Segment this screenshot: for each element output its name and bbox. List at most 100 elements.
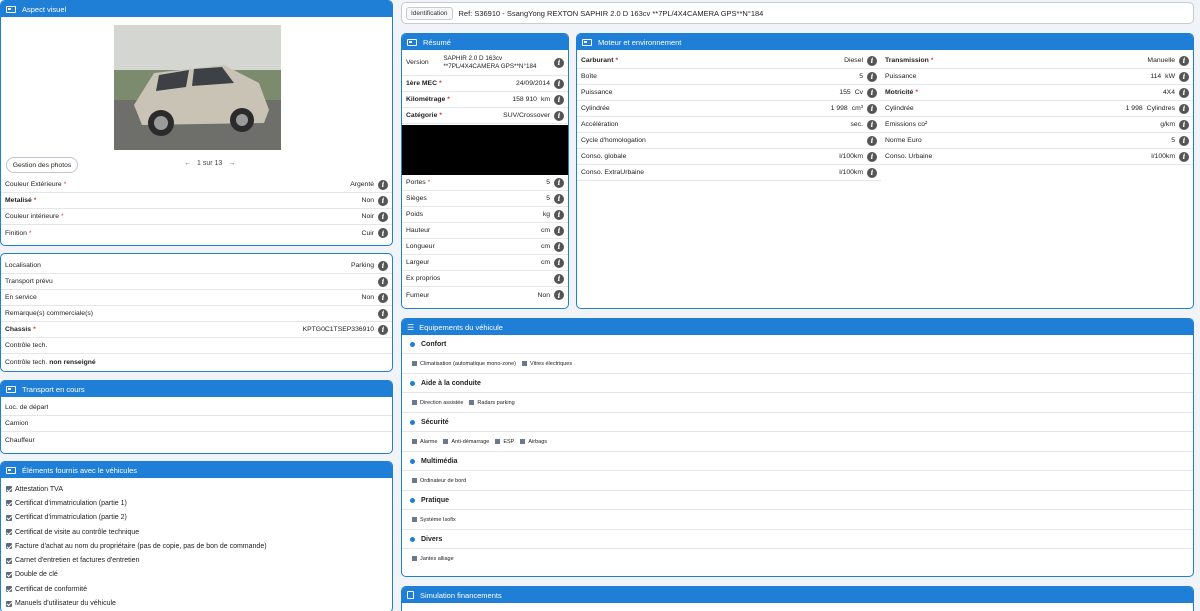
equipements-header: ☰ Equipements du véhicule bbox=[402, 319, 1193, 335]
vehicle-photo[interactable] bbox=[114, 25, 281, 150]
square-icon bbox=[522, 360, 527, 366]
element-item[interactable]: Manuels d'utilisateur du véhicule bbox=[6, 596, 387, 610]
financement-header[interactable]: Simulation financements bbox=[402, 587, 1193, 603]
checkbox-checked-icon[interactable] bbox=[6, 571, 12, 578]
row-conso-extra: Conso. ExtraUrbaine l/100km i bbox=[577, 165, 881, 181]
element-item[interactable]: Attestation TVA bbox=[6, 482, 387, 496]
info-icon[interactable]: i bbox=[1179, 135, 1189, 146]
equip-item: Airbags bbox=[520, 439, 547, 445]
row-portes: Portes * 5 i bbox=[402, 175, 568, 191]
equipements-title: Equipements du véhicule bbox=[419, 322, 503, 332]
checkbox-checked-icon[interactable] bbox=[6, 557, 12, 564]
identification-bar: Identification Ref: S36910 - SsangYong R… bbox=[401, 2, 1194, 24]
info-icon[interactable]: i bbox=[554, 225, 564, 236]
visual-header: Aspect visuel bbox=[1, 1, 392, 17]
engine-icon bbox=[582, 38, 592, 46]
info-icon[interactable]: i bbox=[554, 94, 564, 105]
info-icon[interactable]: i bbox=[554, 193, 564, 204]
pager-text: 1 sur 13 bbox=[197, 160, 223, 167]
info-icon[interactable]: i bbox=[1179, 103, 1189, 114]
equipements-card: ☰ Equipements du véhicule Confort Climat… bbox=[401, 318, 1194, 577]
info-icon[interactable]: i bbox=[867, 71, 877, 82]
checkbox-checked-icon[interactable] bbox=[6, 600, 12, 607]
bullet-icon bbox=[410, 419, 415, 425]
group-title: Sécurité bbox=[402, 413, 1193, 432]
location-card: Localisation Parking i Transport prévu i En… bbox=[0, 253, 393, 372]
resume-title: Résumé bbox=[423, 37, 451, 47]
equip-item: Direction assistée bbox=[412, 400, 463, 406]
info-icon[interactable]: i bbox=[554, 110, 564, 121]
next-photo-icon[interactable]: → bbox=[228, 160, 235, 167]
info-icon[interactable]: i bbox=[1179, 71, 1189, 82]
bullet-icon bbox=[410, 458, 415, 464]
equip-group-securite: Sécurité Alarme Anti-démarrage ESP Airba… bbox=[402, 413, 1193, 452]
checkbox-checked-icon[interactable] bbox=[6, 486, 12, 493]
element-item[interactable]: Certificat de conformité bbox=[6, 582, 387, 596]
info-icon[interactable]: i bbox=[867, 135, 877, 146]
info-icon[interactable]: i bbox=[378, 324, 388, 335]
info-icon[interactable]: i bbox=[378, 308, 388, 319]
checkbox-checked-icon[interactable] bbox=[6, 586, 12, 593]
checkbox-checked-icon[interactable] bbox=[6, 543, 12, 550]
row-fumeur: Fumeur Non i bbox=[402, 287, 568, 303]
element-item[interactable]: Carnet d'entretien et factures d'entreti… bbox=[6, 553, 387, 567]
info-icon[interactable]: i bbox=[867, 151, 877, 162]
info-icon[interactable]: i bbox=[1179, 55, 1189, 66]
group-items: Système Isofix bbox=[402, 510, 1193, 530]
row-norme-euro: Norme Euro 5 i bbox=[881, 133, 1193, 149]
square-icon bbox=[412, 477, 417, 483]
checkbox-checked-icon[interactable] bbox=[6, 500, 12, 507]
ct-status: non renseigné bbox=[49, 358, 96, 366]
info-icon[interactable]: i bbox=[867, 119, 877, 130]
info-icon[interactable]: i bbox=[378, 260, 388, 271]
info-icon[interactable]: i bbox=[867, 103, 877, 114]
element-item[interactable]: Certificat d'immatriculation (partie 2) bbox=[6, 511, 387, 525]
info-icon[interactable]: i bbox=[378, 228, 388, 238]
element-item[interactable]: Certificat de visite au contrôle techniq… bbox=[6, 525, 387, 539]
equip-item: Anti-démarrage bbox=[443, 439, 489, 445]
financement-card: Simulation financements bbox=[401, 586, 1194, 611]
info-icon[interactable]: i bbox=[867, 55, 877, 66]
equip-item: Jantes alliage bbox=[412, 556, 454, 562]
group-title: Multimédia bbox=[402, 452, 1193, 471]
redacted-block bbox=[402, 125, 568, 175]
info-icon[interactable]: i bbox=[378, 211, 388, 222]
manage-photos-button[interactable]: Gestion des photos bbox=[6, 157, 78, 173]
info-icon[interactable]: i bbox=[554, 290, 564, 300]
square-icon bbox=[443, 438, 449, 444]
info-icon[interactable]: i bbox=[553, 57, 564, 68]
square-icon bbox=[412, 438, 417, 444]
checkbox-checked-icon[interactable] bbox=[6, 529, 12, 536]
info-icon[interactable]: i bbox=[378, 179, 388, 190]
info-icon[interactable]: i bbox=[378, 276, 388, 287]
square-icon bbox=[412, 360, 417, 366]
identification-tag: Identification bbox=[406, 6, 453, 20]
prev-photo-icon[interactable]: ← bbox=[184, 160, 191, 167]
row-conso-globale: Conso. globale l/100km i bbox=[577, 149, 881, 165]
info-icon[interactable]: i bbox=[867, 87, 877, 98]
info-icon[interactable]: i bbox=[1179, 151, 1189, 162]
transport-header: Transport en cours bbox=[1, 381, 392, 397]
info-icon[interactable]: i bbox=[554, 78, 564, 89]
info-icon[interactable]: i bbox=[554, 273, 564, 284]
info-icon[interactable]: i bbox=[378, 195, 388, 206]
info-icon[interactable]: i bbox=[1179, 87, 1189, 98]
info-icon[interactable]: i bbox=[1179, 119, 1189, 130]
info-icon[interactable]: i bbox=[867, 167, 877, 178]
info-icon[interactable]: i bbox=[554, 209, 564, 220]
element-item[interactable]: Certificat d'immatriculation (partie 1) bbox=[6, 496, 387, 510]
info-icon[interactable]: i bbox=[554, 257, 564, 268]
bullet-icon bbox=[410, 341, 415, 347]
bullet-icon bbox=[410, 497, 415, 503]
row-poids: Poids kg i bbox=[402, 207, 568, 223]
element-item[interactable]: Double de clé bbox=[6, 568, 387, 582]
row-version: Version SAPHIR 2.0 D 163cv **7PL/4X4CAME… bbox=[402, 50, 568, 76]
element-item[interactable]: Facture d'achat au nom du propriétaire (… bbox=[6, 539, 387, 553]
group-items: Climatisation (automatique mono-zone) Vi… bbox=[402, 354, 1193, 374]
row-finition: Finition * Cuir i bbox=[1, 225, 392, 241]
checkbox-checked-icon[interactable] bbox=[6, 514, 12, 521]
info-icon[interactable]: i bbox=[554, 177, 564, 188]
info-icon[interactable]: i bbox=[554, 241, 564, 252]
square-icon bbox=[412, 399, 417, 405]
info-icon[interactable]: i bbox=[378, 292, 388, 303]
